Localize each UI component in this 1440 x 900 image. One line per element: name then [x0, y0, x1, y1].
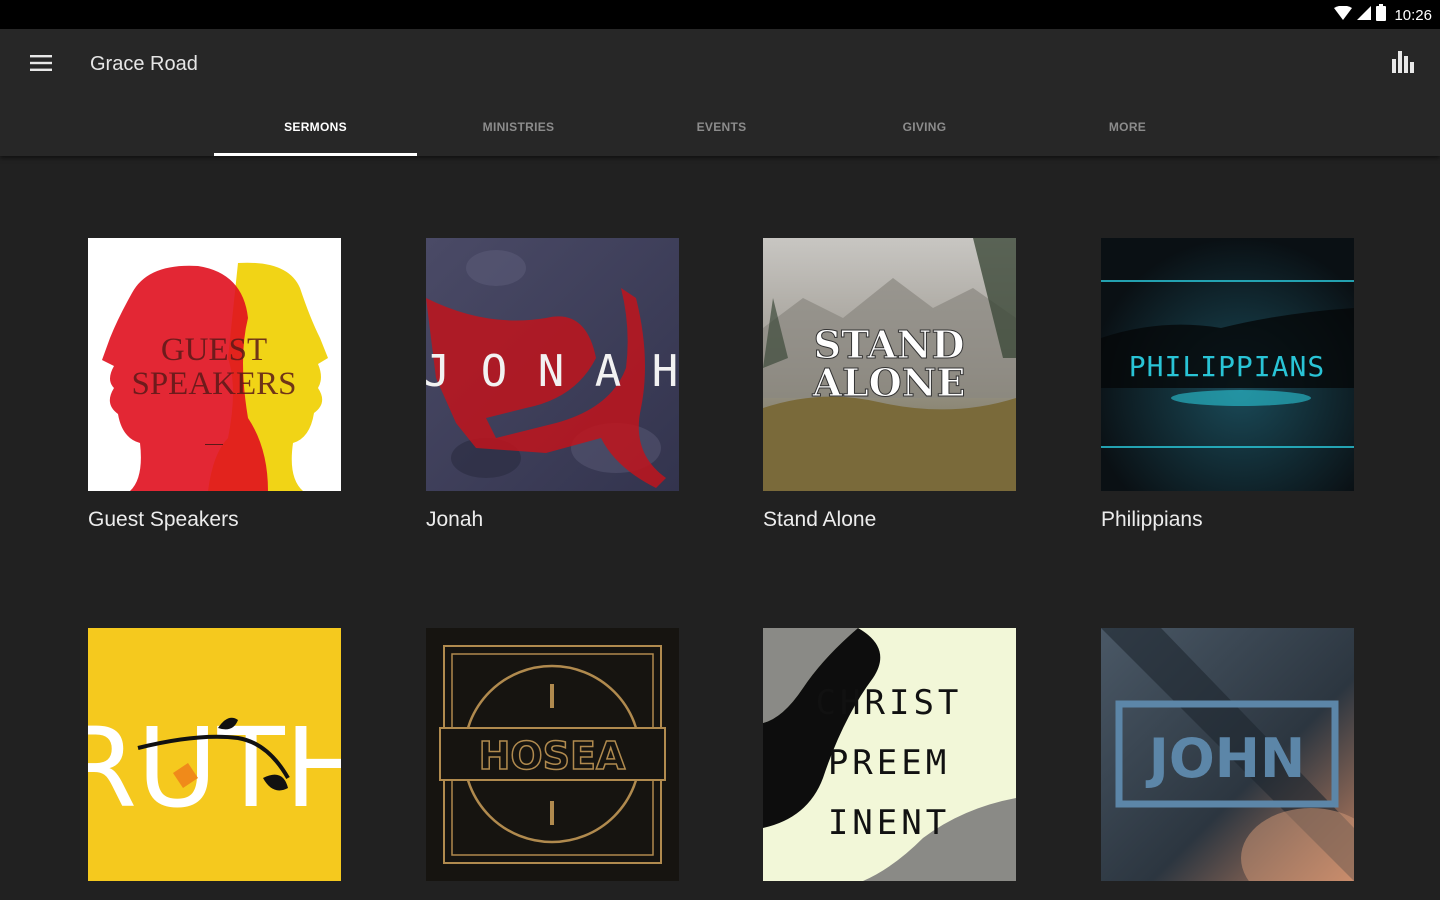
- series-artwork: PHILIPPIANS: [1101, 238, 1354, 491]
- status-bar: 10:26: [0, 0, 1440, 29]
- series-card-stand-alone[interactable]: STAND ALONE Stand Alone: [763, 238, 1016, 532]
- series-artwork: HOSEA: [426, 628, 679, 881]
- tab-bar: SERMONS MINISTRIES EVENTS GIVING MORE: [214, 98, 1229, 156]
- app-bar: Grace Road SERMONS MINISTRIES EVENTS GIV…: [0, 29, 1440, 156]
- battery-icon: [1376, 4, 1387, 26]
- series-art-text: PHILIPPIANS: [1129, 350, 1325, 383]
- series-artwork: JOHN: [1101, 628, 1354, 881]
- series-artwork: CHRIST PREEM INENT: [763, 628, 1016, 881]
- menu-button[interactable]: [26, 50, 56, 80]
- series-art-text: INENT: [828, 803, 950, 843]
- status-time: 10:26: [1394, 6, 1432, 24]
- tab-giving[interactable]: GIVING: [823, 98, 1026, 156]
- series-art-text: RUTH: [88, 704, 341, 832]
- series-art-text: CHRIST: [816, 683, 963, 723]
- series-artwork: STAND ALONE: [763, 238, 1016, 491]
- series-art-text: GUEST: [161, 332, 267, 368]
- series-art-text: JOHN: [1145, 727, 1305, 790]
- hamburger-menu-icon: [30, 54, 52, 76]
- cell-signal-icon: [1357, 5, 1372, 25]
- series-artwork: RUTH: [88, 628, 341, 881]
- series-art-text: PREEM: [828, 743, 950, 783]
- tab-ministries[interactable]: MINISTRIES: [417, 98, 620, 156]
- series-artwork: J O N A H: [426, 238, 679, 491]
- wifi-icon: [1334, 5, 1353, 25]
- bar-chart-icon: [1391, 50, 1415, 79]
- series-card-jonah[interactable]: J O N A H Jonah: [426, 238, 679, 532]
- tab-events[interactable]: EVENTS: [620, 98, 823, 156]
- series-card-christ-preeminent[interactable]: CHRIST PREEM INENT: [763, 628, 1016, 898]
- series-card-hosea[interactable]: HOSEA: [426, 628, 679, 898]
- series-art-text: ALONE: [811, 360, 965, 405]
- series-artwork: GUEST SPEAKERS: [88, 238, 341, 491]
- series-title: Jonah: [426, 508, 484, 531]
- app-title: Grace Road: [90, 53, 198, 75]
- series-card-philippians[interactable]: PHILIPPIANS Philippians: [1101, 238, 1354, 532]
- series-card-ruth[interactable]: RUTH: [88, 628, 341, 898]
- series-title: Guest Speakers: [88, 508, 239, 531]
- tab-sermons[interactable]: SERMONS: [214, 98, 417, 156]
- series-title: Stand Alone: [763, 508, 877, 531]
- series-art-text: HOSEA: [479, 734, 626, 778]
- stats-button[interactable]: [1388, 49, 1418, 79]
- status-icons: 10:26: [1334, 4, 1432, 26]
- series-card-john[interactable]: JOHN: [1101, 628, 1354, 898]
- series-card-guest-speakers[interactable]: GUEST SPEAKERS Guest Speakers: [88, 238, 341, 532]
- series-title: Philippians: [1101, 508, 1203, 531]
- tab-more[interactable]: MORE: [1026, 98, 1229, 156]
- series-art-text: J O N A H: [426, 346, 679, 397]
- series-art-text: SPEAKERS: [131, 366, 296, 402]
